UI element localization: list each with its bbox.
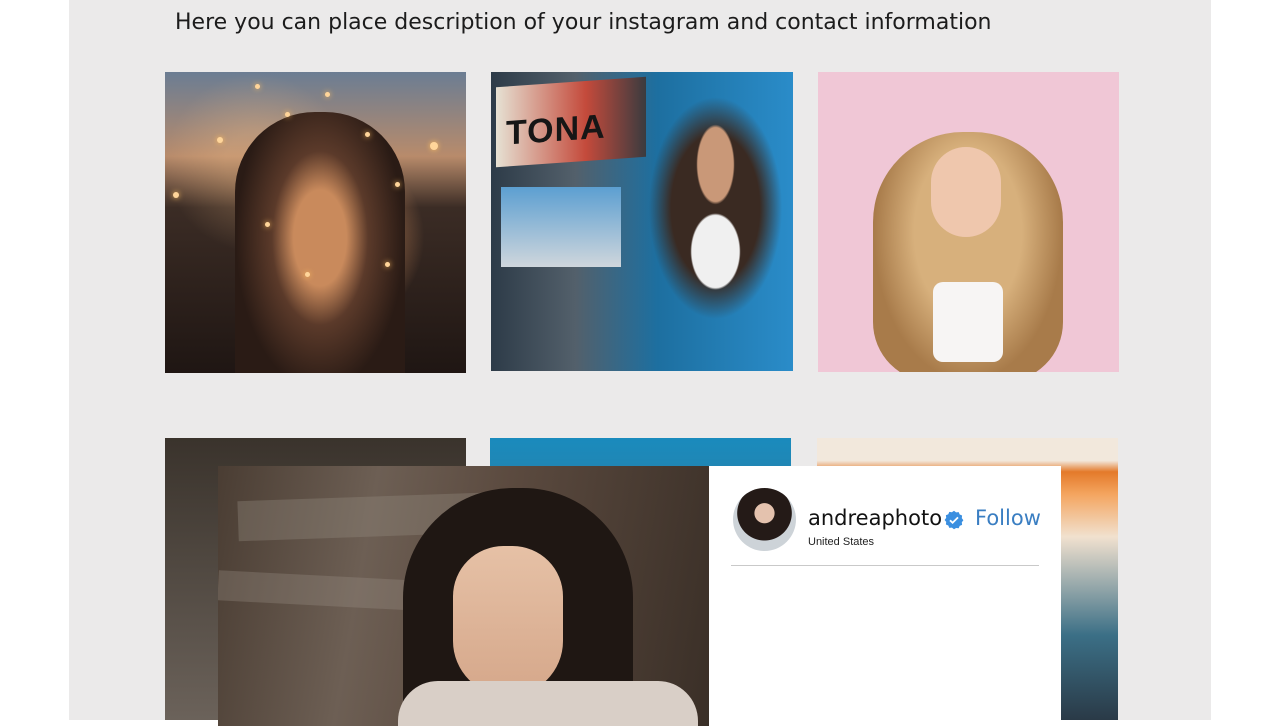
arcade-sign-text: TONA	[506, 107, 606, 153]
verified-badge-icon	[944, 510, 964, 530]
fairy-lights-photo	[165, 72, 466, 373]
gallery-tile-3[interactable]	[818, 72, 1119, 372]
divider	[731, 565, 1039, 566]
post-modal-details: andreaphoto Follow United States	[709, 466, 1061, 726]
gallery-tile-2[interactable]: TONA	[491, 72, 793, 371]
arcade-photo: TONA	[491, 72, 793, 371]
avatar[interactable]	[733, 488, 796, 551]
post-modal-image	[218, 466, 710, 726]
post-location[interactable]: United States	[808, 536, 874, 548]
instagram-description: Here you can place description of your i…	[175, 10, 992, 35]
section-title-fragment	[190, 0, 460, 4]
pink-portrait-photo	[818, 72, 1119, 372]
post-username[interactable]: andreaphoto	[808, 506, 942, 530]
follow-button[interactable]: Follow	[975, 506, 1041, 530]
gallery-tile-1[interactable]	[165, 72, 466, 373]
